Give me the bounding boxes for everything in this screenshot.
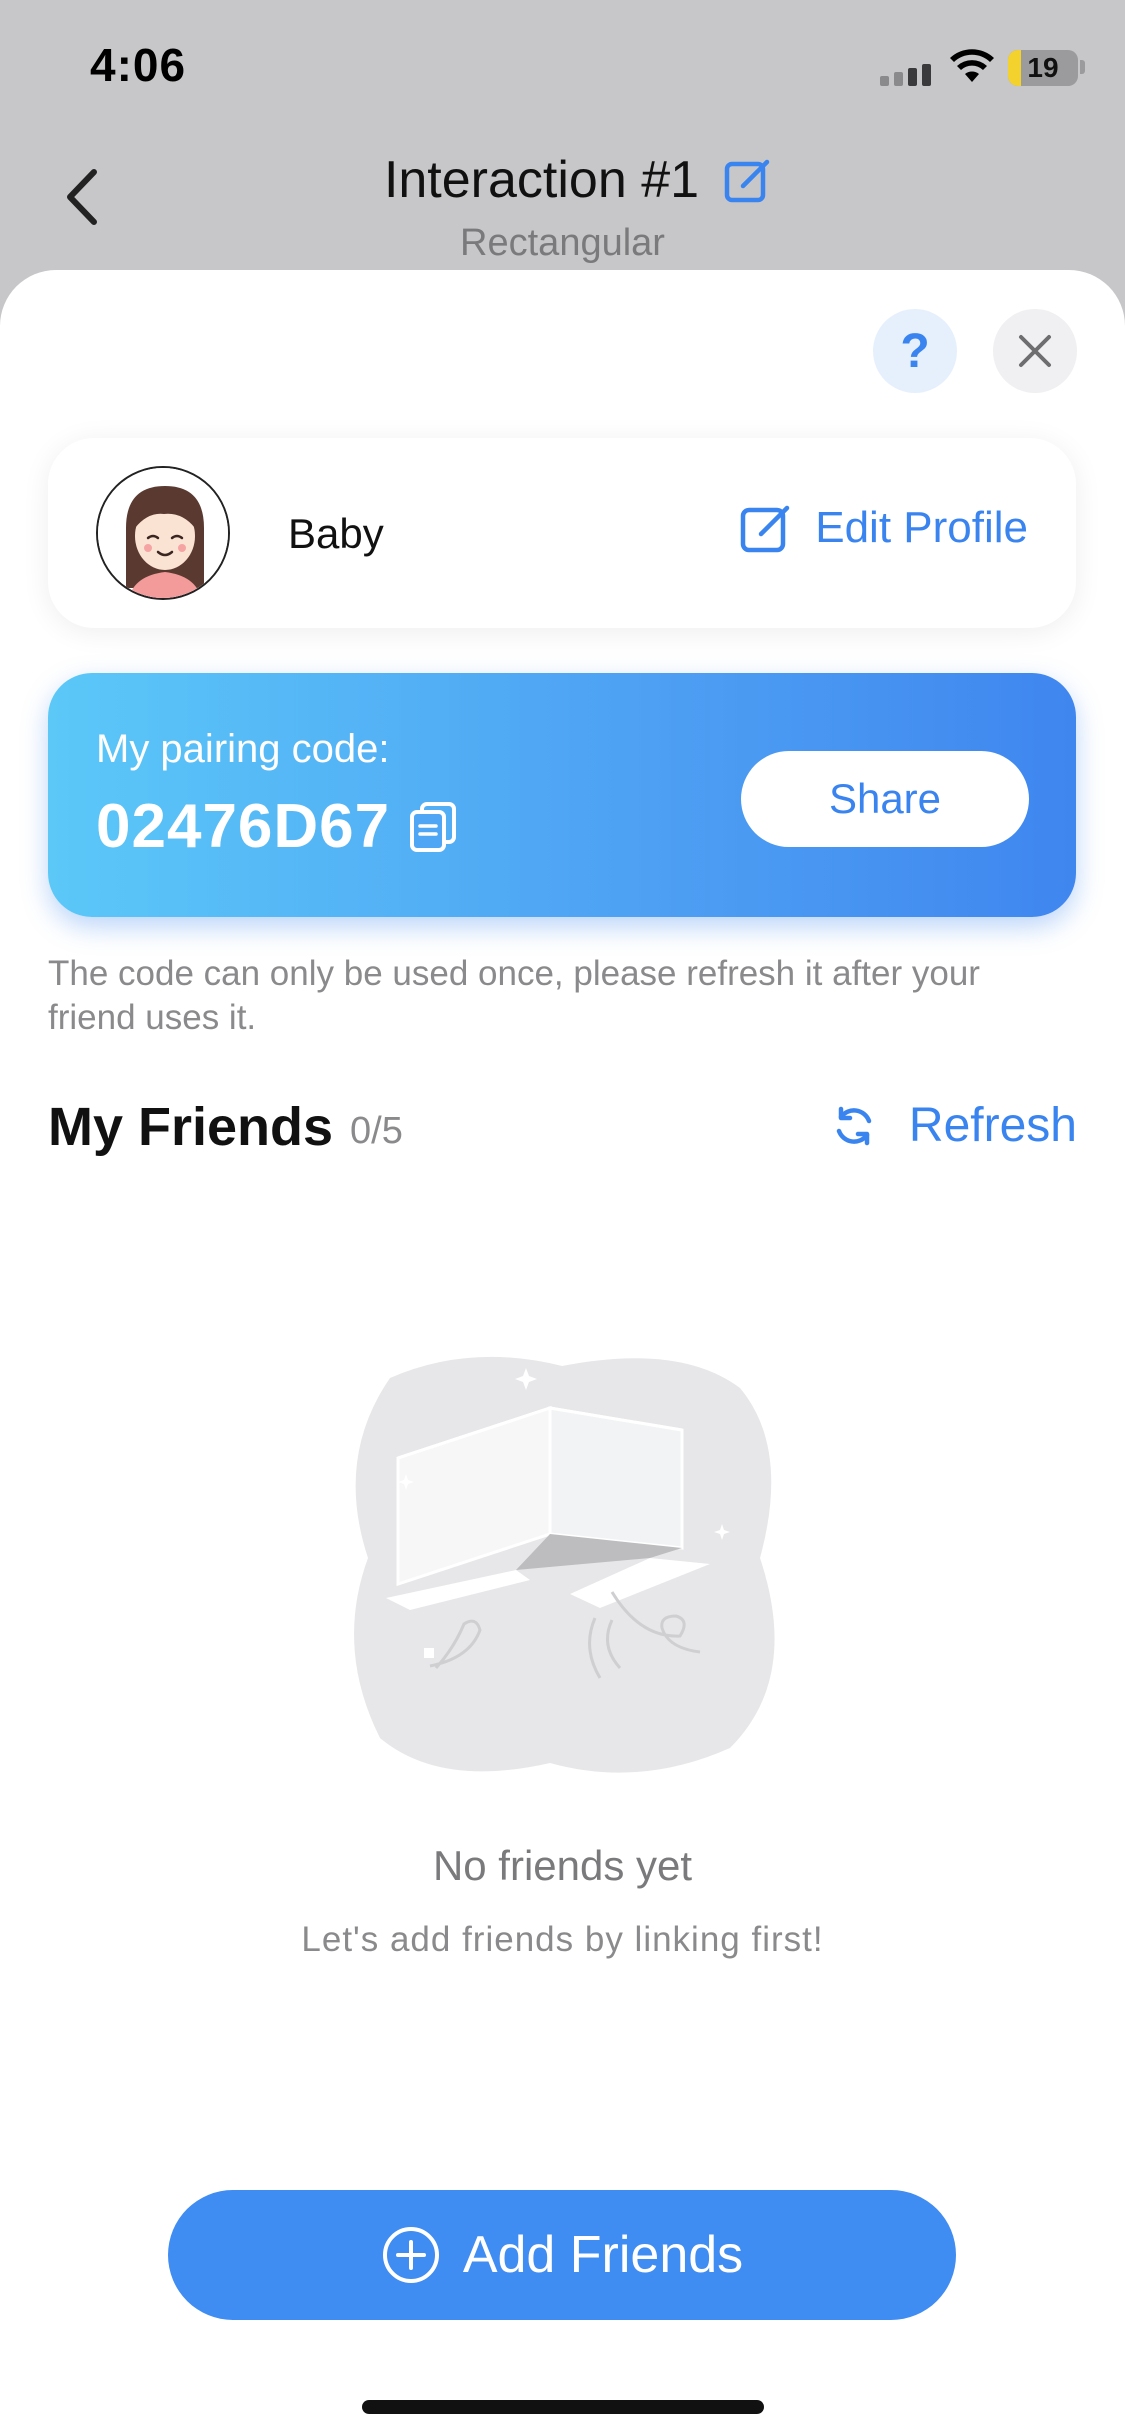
help-button[interactable]: ? [873,309,957,393]
add-friends-label: Add Friends [462,2226,744,2284]
copy-icon[interactable] [408,800,458,854]
pairing-code-value: 02476D67 [96,792,391,861]
profile-name: Baby [288,510,384,557]
edit-title-icon[interactable] [723,154,775,206]
close-icon [1019,335,1051,367]
profile-card: Baby Edit Profile [48,438,1076,628]
avatar[interactable] [96,466,230,600]
friends-count: 0/5 [350,1110,403,1152]
plus-circle-icon [382,2227,439,2283]
empty-state-subtitle: Let's add friends by linking first! [301,1920,824,1959]
battery-level: 19 [1027,52,1059,83]
battery-nub [1080,60,1085,74]
pairing-code-note: The code can only be used once, please r… [48,954,980,1037]
page-subtitle: Rectangular [460,222,665,264]
status-time: 4:06 [90,39,187,91]
cellular-signal-icon [880,64,931,86]
add-friends-button[interactable]: Add Friends [168,2190,956,2320]
edit-icon [740,505,790,553]
edit-profile-button[interactable]: Edit Profile [739,500,1028,556]
refresh-button[interactable]: Refresh [831,1098,1077,1153]
battery-icon: 19 [1008,50,1078,86]
close-button[interactable] [993,309,1077,393]
pairing-code-row: 02476D67 [96,791,458,862]
screen: 4:06 19 Interaction #1 Rectangular ? Bab… [0,0,1125,2436]
nav-title: Interaction #1 [0,150,1125,210]
help-icon: ? [900,324,930,378]
refresh-icon [836,1106,872,1145]
refresh-label: Refresh [908,1099,1077,1152]
pairing-code-label: My pairing code: [96,727,390,771]
girl-avatar-icon [98,468,228,598]
wifi-icon [950,49,994,82]
page-title: Interaction #1 [383,151,700,209]
friends-section-title: My Friends [48,1097,334,1157]
status-bar: 4:06 19 [0,0,1125,130]
home-indicator[interactable] [362,2400,764,2414]
friends-sheet: ? Baby Edit Profile My pairing code: 024… [0,270,1125,2436]
pairing-code-card: My pairing code: 02476D67 Share [48,673,1076,917]
edit-profile-label: Edit Profile [815,503,1028,552]
empty-box-illustration [354,1356,775,1773]
empty-state-title: No friends yet [432,1842,693,1889]
share-button[interactable]: Share [741,751,1029,847]
